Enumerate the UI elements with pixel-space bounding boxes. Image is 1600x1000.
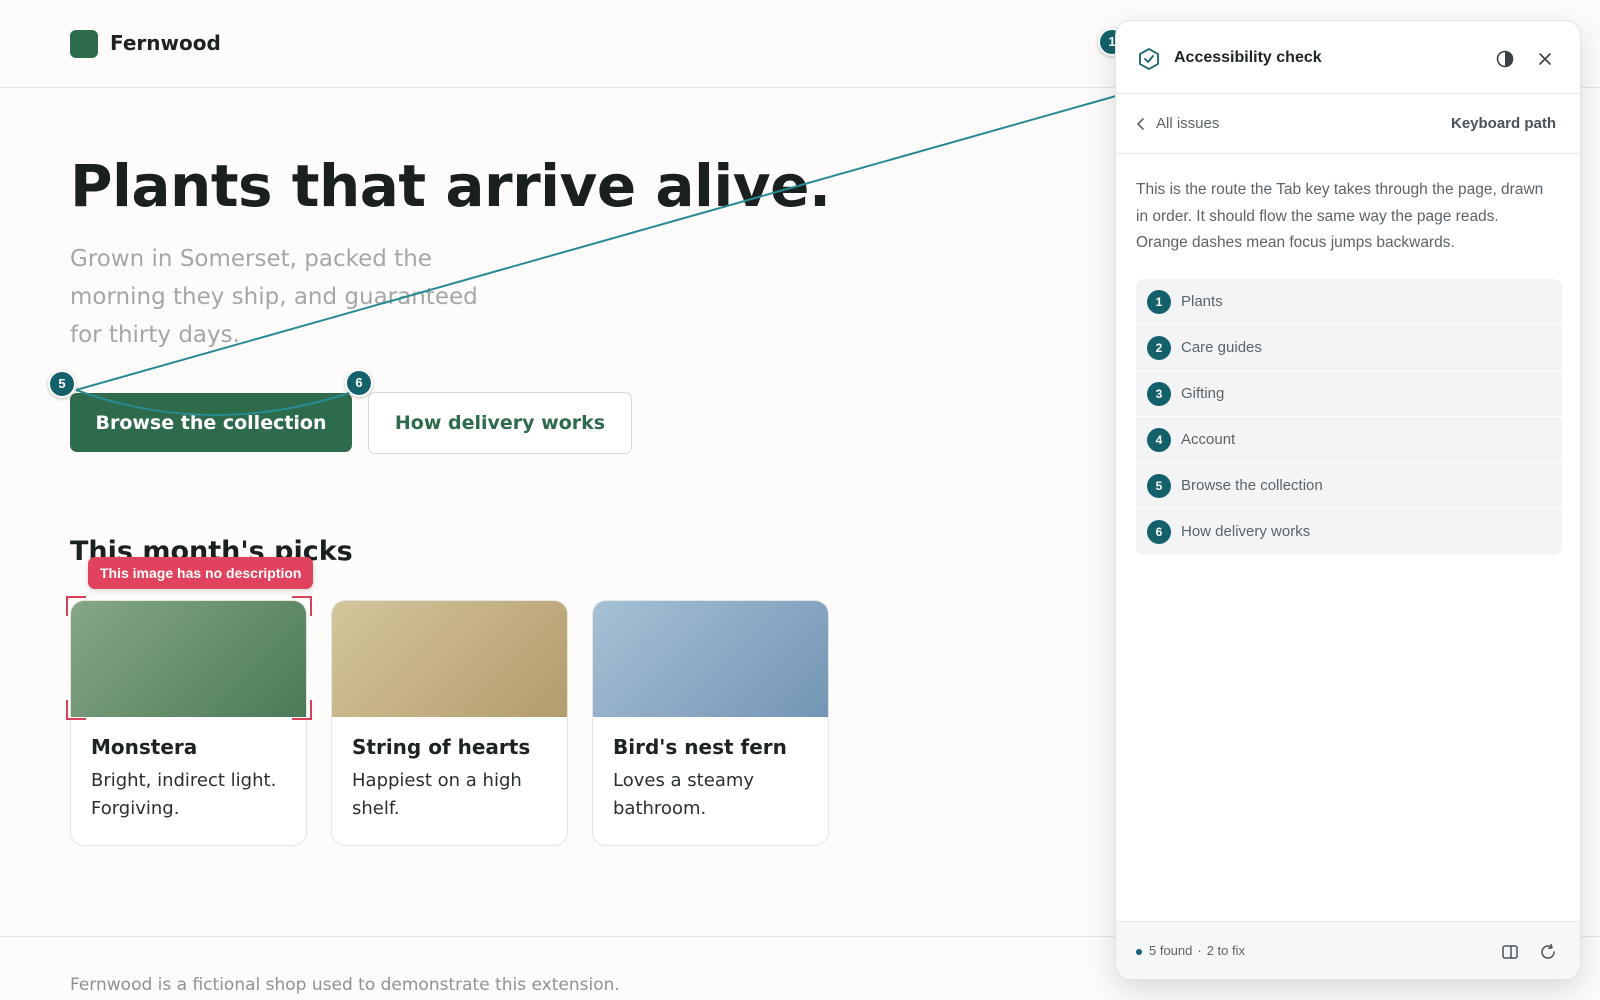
panel-subnav: All issues Keyboard path [1116,94,1580,154]
footer-text: Fernwood is a fictional shop used to dem… [70,975,620,995]
back-link-label: All issues [1156,115,1220,132]
issue-summary: 5 found · 2 to fix [1149,942,1245,960]
hero-subtitle: Grown in Somerset, packed the morning th… [70,246,478,348]
keyboard-path-list: 1 Plants 2 Care guides 3 Gifting 4 Accou… [1136,279,1562,555]
path-item[interactable]: 4 Account [1136,417,1562,463]
highlight-corner [66,596,86,616]
path-step-number: 5 [1147,474,1171,498]
shield-check-icon [1139,48,1159,70]
back-to-all-issues-link[interactable]: All issues [1136,114,1219,134]
product-image [593,601,828,717]
product-image [332,601,567,717]
path-step-label: Plants [1181,293,1223,310]
missing-alt-badge[interactable]: This image has no description [88,557,314,589]
product-description: Loves a steamy bathroom. [613,770,755,819]
keyboard-path-description: This is the route the Tab key takes thro… [1136,181,1544,251]
path-step-number: 2 [1147,336,1171,360]
path-step-number: 4 [1147,428,1171,452]
path-item[interactable]: 5 Browse the collection [1136,463,1562,509]
path-step-label: Care guides [1181,339,1262,356]
path-item[interactable]: 6 How delivery works [1136,509,1562,555]
hero-title: Plants that arrive alive. [70,152,831,220]
path-step-number: 3 [1147,382,1171,406]
path-item[interactable]: 1 Plants [1136,279,1562,325]
highlight-corner [292,596,312,616]
issues-to-fix-count: 2 to fix [1206,943,1246,958]
panel-header: Accessibility check [1116,21,1580,94]
tab-order-marker: 5 [48,370,76,398]
summary-separator: · [1197,943,1202,958]
path-step-label: How delivery works [1181,523,1311,540]
path-step-label: Browse the collection [1181,477,1323,494]
browse-collection-button[interactable]: Browse the collection [70,393,352,452]
panel-title: Accessibility check [1174,49,1322,66]
product-card-string-of-hearts[interactable]: String of hearts Happiest on a high shel… [331,600,568,846]
accessibility-panel: Accessibility check All issues Keyboard … [1115,20,1581,980]
product-name: Monstera [91,735,198,759]
product-name: String of hearts [352,735,531,759]
contrast-icon[interactable] [1494,48,1516,70]
tab-order-marker: 6 [345,369,373,397]
panel-footer: 5 found · 2 to fix [1116,921,1580,979]
chevron-left-icon [1137,118,1144,130]
path-step-label: Gifting [1181,385,1225,402]
product-card-birds-nest-fern[interactable]: Bird's nest fern Loves a steamy bathroom… [592,600,829,846]
missing-alt-highlight [66,596,312,720]
dock-panel-icon[interactable] [1500,942,1520,962]
close-icon[interactable] [1534,48,1556,70]
issues-found-count: 5 found [1149,943,1193,958]
logo-mark[interactable] [70,30,98,58]
delivery-info-button[interactable]: How delivery works [368,392,632,454]
path-step-label: Account [1181,431,1236,448]
path-item[interactable]: 2 Care guides [1136,325,1562,371]
section-name: Keyboard path [1450,115,1556,132]
product-name: Bird's nest fern [613,735,787,759]
path-step-number: 1 [1147,290,1171,314]
highlight-corner [292,700,312,720]
refresh-icon[interactable] [1538,942,1558,962]
brand-name[interactable]: Fernwood [110,30,221,56]
path-step-number: 6 [1147,520,1171,544]
product-description: Bright, indirect light. Forgiving. [91,770,277,819]
highlight-corner [66,700,86,720]
product-description: Happiest on a high shelf. [352,770,522,819]
path-item[interactable]: 3 Gifting [1136,371,1562,417]
status-dot [1136,949,1142,955]
